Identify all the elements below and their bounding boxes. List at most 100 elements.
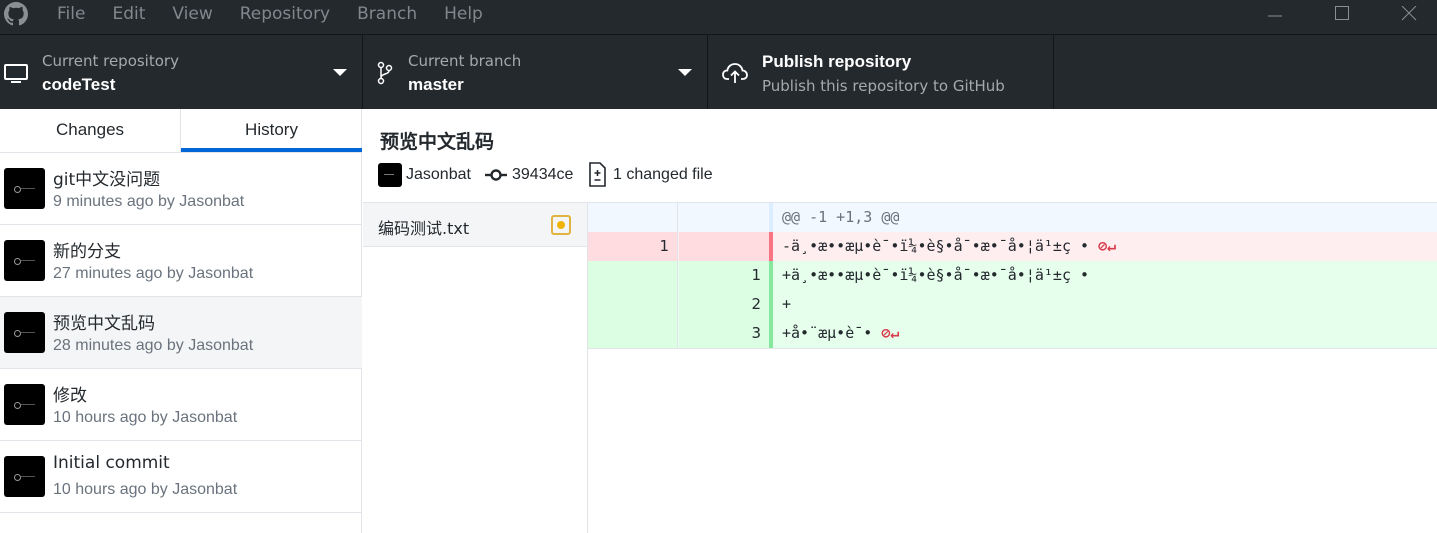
avatar (4, 168, 45, 209)
tab-history[interactable]: History (181, 109, 362, 152)
diff-line-content: +å•¨æµ•è¯• (782, 324, 873, 342)
github-logo-icon (4, 2, 28, 26)
chevron-down-icon (333, 69, 347, 76)
old-line-number (588, 261, 678, 290)
toolbar: Current repository codeTest Current bran… (0, 34, 1437, 109)
commit-title: Initial commit (53, 453, 170, 473)
git-commit-icon (485, 169, 507, 181)
modified-status-icon (551, 215, 571, 235)
diff-line-added[interactable]: 3 +å•¨æµ•è¯• ⊘↵ (588, 319, 1437, 348)
diff-divider (588, 348, 1437, 349)
no-newline-icon: ⊘↵ (881, 324, 900, 342)
close-icon (1401, 6, 1417, 21)
hunk-text: @@ -1 +1,3 @@ (782, 208, 900, 226)
menu-branch[interactable]: Branch (357, 0, 417, 28)
publish-repository-button[interactable]: Publish repository Publish this reposito… (708, 35, 1054, 109)
commit-author: Jasonbat (406, 166, 471, 183)
commit-title: git中文没问题 (53, 170, 161, 190)
new-line-number: 2 (679, 290, 769, 319)
commit-list: git中文没问题 9 minutes ago by Jasonbat 新的分支 … (0, 153, 362, 513)
avatar (4, 240, 45, 281)
diff-line-added[interactable]: 1 +ä¸•æ••æµ•è¯•ï¼•è§•å¯•æ•¯å•¦ä¹±ç • (588, 261, 1437, 290)
sidebar-tabs: Changes History (0, 109, 362, 153)
commit-meta: 10 hours ago by Jasonbat (53, 481, 238, 498)
commit-title: 预览中文乱码 (53, 314, 155, 334)
diff-bar (769, 261, 773, 290)
menu-bar: File Edit View Repository Branch Help (57, 0, 510, 28)
file-diff-icon (589, 162, 606, 187)
menu-edit[interactable]: Edit (112, 0, 145, 28)
diff-bar (769, 290, 773, 319)
branch-label: Current branch (408, 52, 522, 70)
diff-line-text: -ä¸•æ••æµ•è¯•ï¼•è§•å¯•æ•¯å•¦ä¹±ç • ⊘↵ (782, 232, 1116, 261)
old-line-number (588, 203, 678, 232)
commit-list-item-selected[interactable]: 预览中文乱码 28 minutes ago by Jasonbat (0, 297, 362, 369)
new-line-number: 1 (679, 261, 769, 290)
file-name: 编码测试.txt (378, 219, 470, 238)
avatar (4, 312, 45, 353)
diff-line-content: -ä¸•æ••æµ•è¯•ï¼•è§•å¯•æ•¯å•¦ä¹±ç • (782, 237, 1090, 255)
diff-line-text: + (782, 290, 791, 319)
file-list-item[interactable]: 编码测试.txt (363, 203, 587, 247)
diff-view: @@ -1 +1,3 @@ 1 -ä¸•æ••æµ•è¯•ï¼•è§•å¯•æ•… (588, 202, 1437, 533)
avatar (4, 384, 45, 425)
diff-line-text: +ä¸•æ••æµ•è¯•ï¼•è§•å¯•æ•¯å•¦ä¹±ç • (782, 261, 1089, 290)
diff-line-removed[interactable]: 1 -ä¸•æ••æµ•è¯•ï¼•è§•å¯•æ•¯å•¦ä¹±ç • ⊘↵ (588, 232, 1437, 261)
old-line-number (588, 290, 678, 319)
diff-line-added[interactable]: 2 + (588, 290, 1437, 319)
commit-list-item[interactable]: 修改 10 hours ago by Jasonbat (0, 369, 362, 441)
close-button[interactable] (1379, 0, 1437, 28)
repository-name: codeTest (42, 75, 116, 94)
cloud-upload-icon (722, 63, 748, 83)
new-line-number (679, 232, 769, 261)
commit-sha[interactable]: 39434ce (512, 166, 573, 184)
commit-summary: 预览中文乱码 Jasonbat 39434ce 1 changed file (363, 109, 1437, 202)
diff-bar (769, 203, 773, 232)
changed-file-list: 编码测试.txt (363, 202, 588, 533)
menu-help[interactable]: Help (444, 0, 483, 28)
maximize-button[interactable] (1312, 0, 1372, 28)
maximize-icon (1335, 6, 1349, 20)
menu-repository[interactable]: Repository (240, 0, 330, 28)
diff-line-text: +å•¨æµ•è¯• ⊘↵ (782, 319, 899, 348)
current-branch-button[interactable]: Current branch master (363, 35, 708, 109)
new-line-number (679, 203, 769, 232)
diff-line-content: + (782, 295, 792, 313)
old-line-number (588, 319, 678, 348)
menu-view[interactable]: View (172, 0, 212, 28)
avatar (378, 163, 402, 187)
commit-list-item[interactable]: Initial commit 10 hours ago by Jasonbat (0, 441, 362, 513)
diff-line-content: +ä¸•æ••æµ•è¯•ï¼•è§•å¯•æ•¯å•¦ä¹±ç • (782, 266, 1090, 284)
commit-list-item[interactable]: 新的分支 27 minutes ago by Jasonbat (0, 225, 362, 297)
current-repository-button[interactable]: Current repository codeTest (0, 35, 363, 109)
sidebar: Changes History git中文没问题 9 minutes ago b… (0, 109, 362, 533)
no-newline-icon: ⊘↵ (1098, 237, 1117, 255)
minimize-button[interactable] (1245, 0, 1305, 28)
commit-meta: 27 minutes ago by Jasonbat (53, 265, 254, 282)
title-bar: File Edit View Repository Branch Help (0, 0, 1437, 34)
git-branch-icon (377, 61, 393, 85)
commit-summary-title: 预览中文乱码 (380, 131, 495, 153)
branch-name: master (408, 75, 464, 94)
publish-title: Publish repository (762, 52, 912, 71)
computer-icon (4, 64, 28, 83)
publish-subtitle: Publish this repository to GitHub (762, 77, 1005, 95)
commit-meta: 10 hours ago by Jasonbat (53, 409, 238, 426)
commit-title: 修改 (53, 386, 87, 406)
menu-file[interactable]: File (57, 0, 85, 28)
diff-bar (769, 232, 773, 261)
repository-label: Current repository (42, 52, 179, 70)
diff-hunk-header: @@ -1 +1,3 @@ (588, 203, 1437, 232)
diff-bar (769, 319, 773, 348)
commit-title: 新的分支 (53, 242, 121, 262)
tab-changes[interactable]: Changes (0, 109, 181, 152)
chevron-down-icon (678, 69, 692, 76)
avatar (4, 456, 45, 497)
minimize-icon (1268, 15, 1282, 17)
commit-meta: 28 minutes ago by Jasonbat (53, 337, 254, 354)
changed-files-count: 1 changed file (613, 166, 713, 183)
commit-list-item[interactable]: git中文没问题 9 minutes ago by Jasonbat (0, 153, 362, 225)
old-line-number: 1 (588, 232, 678, 261)
new-line-number: 3 (679, 319, 769, 348)
commit-meta: 9 minutes ago by Jasonbat (53, 193, 245, 210)
